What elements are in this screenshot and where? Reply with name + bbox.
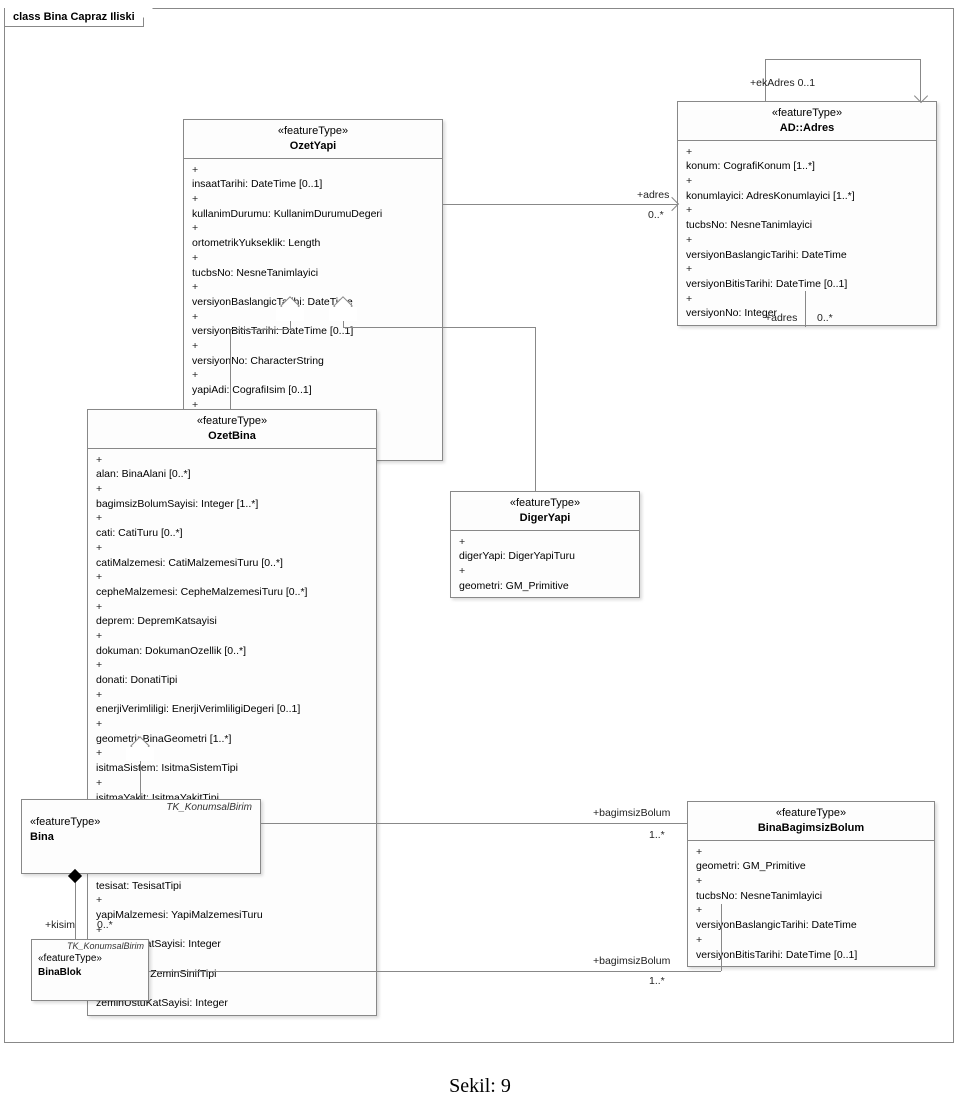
stereotype-label: «featureType»	[190, 124, 436, 139]
attribute-row: +yapiAdi: CografiIsim [0..1]	[192, 368, 434, 397]
connector	[230, 329, 290, 330]
class-bina-blok: TK_KonumsalBirim «featureType» BinaBlok	[31, 939, 149, 1001]
class-name-label: OzetBina	[94, 429, 370, 444]
attribute-row: +catiMalzemesi: CatiMalzemesiTuru [0..*]	[96, 541, 368, 570]
assoc-label-ekadres: +ekAdres 0..1	[750, 77, 815, 89]
class-name-label: DigerYapi	[457, 511, 633, 526]
connector	[765, 59, 920, 60]
attribute-row: +dokuman: DokumanOzellik [0..*]	[96, 629, 368, 658]
stereotype-label: «featureType»	[38, 952, 142, 966]
attribute-row: +geometri: GM_Primitive	[459, 564, 631, 593]
assoc-mult-adres: 0..*	[648, 209, 664, 221]
stereotype-label: «featureType»	[694, 806, 928, 821]
class-attributes: +geometri: GM_Primitive+tucbsNo: NesneTa…	[688, 841, 934, 967]
stereotype-label: «featureType»	[684, 106, 930, 121]
connector	[721, 904, 722, 971]
attribute-row: +geometri: GM_Primitive	[696, 845, 926, 874]
connector	[149, 971, 721, 972]
class-name-label: BinaBagimsizBolum	[694, 821, 928, 836]
attribute-row: +alan: BinaAlani [0..*]	[96, 453, 368, 482]
class-name-label: BinaBlok	[38, 966, 142, 980]
class-attributes: +digerYapi: DigerYapiTuru+geometri: GM_P…	[451, 531, 639, 598]
attribute-row: +versiyonBitisTarihi: DateTime [0..1]	[696, 933, 926, 962]
assoc-label-bagimsizbolum1: +bagimsizBolum	[593, 807, 670, 819]
class-ad-adres: «featureType» AD::Adres +konum: CografiK…	[677, 101, 937, 326]
class-name-label: Bina	[30, 830, 252, 845]
class-ozet-bina: «featureType» OzetBina +alan: BinaAlani …	[87, 409, 377, 1016]
connector	[343, 327, 535, 328]
attribute-row: +cepheMalzemesi: CepheMalzemesiTuru [0..…	[96, 570, 368, 599]
connector	[535, 327, 536, 491]
attribute-row: +tucbsNo: NesneTanimlayici	[686, 203, 928, 232]
assoc-mult-bagimsizbolum2: 1..*	[649, 975, 665, 987]
class-from-label: TK_KonumsalBirim	[32, 940, 148, 951]
attribute-row: +tucbsNo: NesneTanimlayici	[696, 874, 926, 903]
class-bina-bagimsiz-bolum: «featureType» BinaBagimsizBolum +geometr…	[687, 801, 935, 967]
stereotype-label: «featureType»	[94, 414, 370, 429]
attribute-row: +versiyonBaslangicTarihi: DateTime	[686, 233, 928, 262]
connector	[230, 329, 231, 409]
class-from-label: TK_KonumsalBirim	[22, 800, 260, 813]
class-diger-yapi: «featureType» DigerYapi +digerYapi: Dige…	[450, 491, 640, 598]
class-attributes: +konum: CografiKonum [1..*]+konumlayici:…	[678, 141, 936, 325]
attribute-row: +versiyonNo: Integer	[686, 292, 928, 321]
connector	[261, 823, 687, 824]
attribute-row: +insaatTarihi: DateTime [0..1]	[192, 163, 434, 192]
class-bina: TK_KonumsalBirim «featureType» Bina	[21, 799, 261, 874]
assoc-mult-kisim: 0..*	[97, 919, 113, 931]
assoc-label-kisim: +kisim	[45, 919, 75, 931]
assoc-label-adres2: +adres	[765, 312, 797, 324]
connector	[443, 204, 677, 205]
attribute-row: +cati: CatiTuru [0..*]	[96, 511, 368, 540]
attribute-row: +ortometrikYukseklik: Length	[192, 221, 434, 250]
class-header: «featureType» OzetBina	[88, 410, 376, 449]
attribute-row: +yapiMalzemesi: YapiMalzemesiTuru	[96, 893, 368, 922]
tri-mask	[329, 307, 357, 321]
connector	[75, 874, 76, 939]
attribute-row: +versiyonBitisTarihi: DateTime [0..1]	[192, 310, 434, 339]
stereotype-label: «featureType»	[30, 815, 252, 830]
stereotype-label: «featureType»	[457, 496, 633, 511]
tri-mask	[276, 307, 304, 321]
assoc-mult-adres2: 0..*	[817, 312, 833, 324]
attribute-row: +tucbsNo: NesneTanimlayici	[192, 251, 434, 280]
tri-mask	[126, 747, 154, 761]
frame-title: class Bina Capraz Iliski	[4, 8, 144, 27]
attribute-row: +versiyonBitisTarihi: DateTime [0..1]	[686, 262, 928, 291]
attribute-row: +konumlayici: AdresKonumlayici [1..*]	[686, 174, 928, 203]
class-name-label: AD::Adres	[684, 121, 930, 136]
class-header: «featureType» DigerYapi	[451, 492, 639, 531]
attribute-row: +donati: DonatiTipi	[96, 658, 368, 687]
attribute-row: +deprem: DepremKatsayisi	[96, 600, 368, 629]
attribute-row: +versiyonBaslangicTarihi: DateTime	[192, 280, 434, 309]
class-attributes: +alan: BinaAlani [0..*]+bagimsizBolumSay…	[88, 449, 376, 1015]
class-header: «featureType» AD::Adres	[678, 102, 936, 141]
connector	[805, 291, 806, 327]
diagram-frame: class Bina Capraz Iliski «featureType» O…	[4, 8, 954, 1043]
attribute-row: +digerYapi: DigerYapiTuru	[459, 535, 631, 564]
assoc-mult-bagimsizbolum1: 1..*	[649, 829, 665, 841]
assoc-label-bagimsizbolum2: +bagimsizBolum	[593, 955, 670, 967]
attribute-row: +versiyonNo: CharacterString	[192, 339, 434, 368]
attribute-row: +enerjiVerimliligi: EnerjiVerimliligiDeg…	[96, 688, 368, 717]
class-header: «featureType» BinaBagimsizBolum	[688, 802, 934, 841]
class-header: «featureType» OzetYapi	[184, 120, 442, 159]
figure-caption: Sekil: 9	[0, 1075, 960, 1098]
attribute-row: +kullanimDurumu: KullanimDurumuDegeri	[192, 192, 434, 221]
class-name-label: OzetYapi	[190, 139, 436, 154]
attribute-row: +bagimsizBolumSayisi: Integer [1..*]	[96, 482, 368, 511]
attribute-row: +versiyonBaslangicTarihi: DateTime	[696, 903, 926, 932]
assoc-label-adres: +adres	[637, 189, 669, 201]
attribute-row: +konum: CografiKonum [1..*]	[686, 145, 928, 174]
